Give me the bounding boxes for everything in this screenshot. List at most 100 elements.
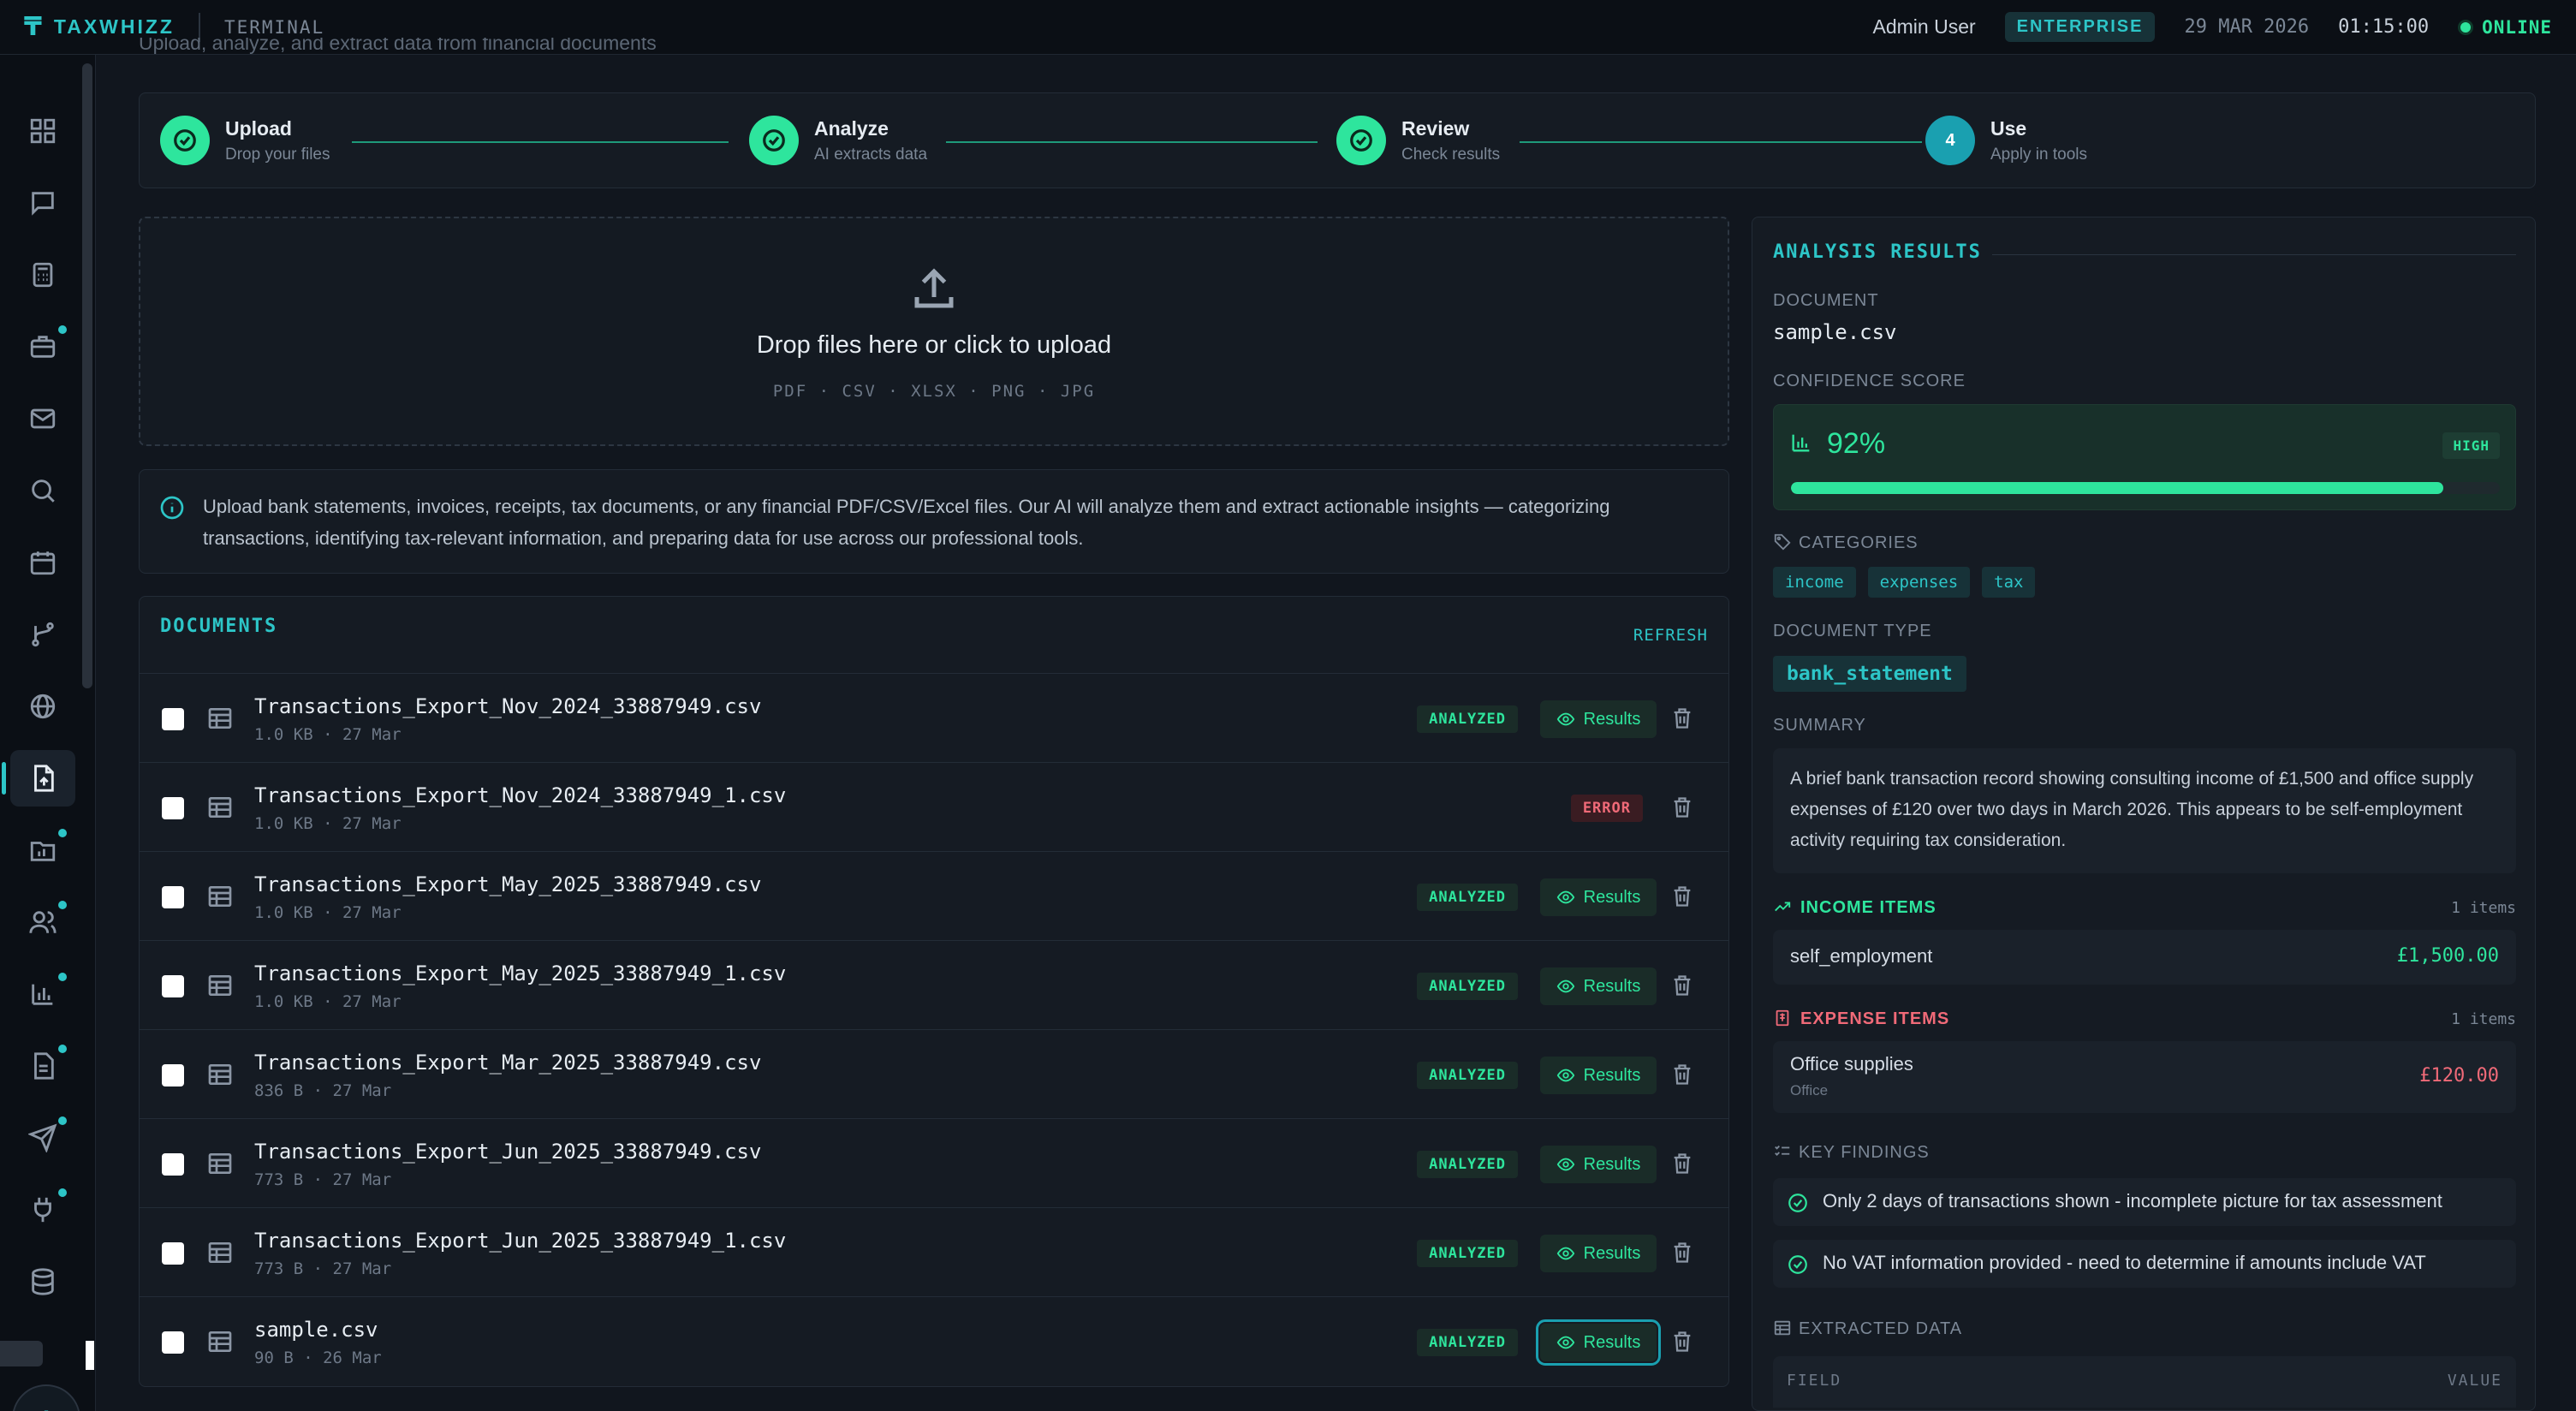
table-file-icon (206, 972, 234, 1003)
sidebar-scrollbar[interactable] (82, 63, 92, 688)
confidence-level-badge: HIGH (2442, 432, 2500, 459)
sidebar-item-search[interactable] (10, 462, 75, 519)
step-subtitle: AI extracts data (814, 145, 928, 164)
delete-button[interactable] (1670, 706, 1694, 735)
eye-icon (1556, 1247, 1574, 1260)
divider (1992, 254, 2516, 255)
sidebar-item-send[interactable] (10, 1110, 75, 1166)
file-meta: 90 B · 26 Mar (254, 1348, 382, 1367)
file-meta: 836 B · 27 Mar (254, 1081, 392, 1100)
results-button[interactable]: Results (1540, 700, 1657, 738)
plan-badge: ENTERPRISE (2004, 12, 2156, 42)
document-label: DOCUMENT (1773, 291, 1879, 310)
income-items-count: 1 items (2451, 899, 2516, 917)
table-row[interactable]: Transactions_Export_Mar_2025_33887949.cs… (140, 1030, 1728, 1119)
confidence-value: 92% (1827, 427, 1886, 460)
delete-button[interactable] (1670, 973, 1694, 1002)
file-name: Transactions_Export_Jun_2025_33887949.cs… (254, 1140, 762, 1164)
table-row[interactable]: Transactions_Export_Jun_2025_33887949.cs… (140, 1119, 1728, 1208)
database-icon (32, 1268, 54, 1295)
plug-icon (34, 1197, 51, 1223)
list-item: No VAT information provided - need to de… (1773, 1240, 2516, 1288)
finding-text: Only 2 days of transactions shown - inco… (1823, 1190, 2442, 1212)
upload-dropzone[interactable]: Drop files here or click to upload PDF ·… (139, 217, 1729, 446)
table-row[interactable]: Transactions_Export_Nov_2024_33887949.cs… (140, 674, 1728, 763)
row-checkbox[interactable] (162, 1064, 184, 1087)
results-button[interactable]: Results (1540, 1235, 1657, 1272)
sidebar-item-integrations[interactable] (10, 1182, 75, 1238)
sidebar-item-files[interactable] (10, 1038, 75, 1094)
bar-chart-icon (1789, 431, 1813, 459)
sidebar-item-database[interactable] (10, 1253, 75, 1310)
file-meta: 1.0 KB · 27 Mar (254, 903, 402, 922)
file-meta: 773 B · 27 Mar (254, 1170, 392, 1189)
table-row[interactable]: Transactions_Export_Nov_2024_33887949_1.… (140, 763, 1728, 852)
expense-items-title: EXPENSE ITEMS (1800, 1009, 1950, 1028)
step-number: 4 (1925, 116, 1975, 165)
sidebar-item-documents[interactable] (2, 750, 75, 807)
delete-button[interactable] (1670, 795, 1694, 824)
key-findings-label: KEY FINDINGS (1773, 1142, 1930, 1163)
finding-text: No VAT information provided - need to de… (1823, 1252, 2426, 1273)
table-row[interactable]: Transactions_Export_Jun_2025_33887949_1.… (140, 1208, 1728, 1297)
results-button[interactable]: Results (1540, 967, 1657, 1005)
category-tags: income expenses tax (1773, 567, 2036, 598)
sidebar-item-chat[interactable] (10, 175, 75, 231)
status-badge: ANALYZED (1417, 706, 1518, 733)
delete-button[interactable] (1670, 1152, 1694, 1180)
sidebar-item-calculator[interactable] (10, 247, 75, 303)
results-button[interactable]: Results (1540, 1057, 1657, 1094)
step-use[interactable]: 4 Use Apply in tools (1925, 116, 2087, 165)
extracted-data-label: EXTRACTED DATA (1773, 1319, 1962, 1339)
upload-icon (914, 267, 954, 307)
bar-chart-icon (32, 984, 53, 1005)
row-checkbox[interactable] (162, 1331, 184, 1354)
confidence-bar-fill (1791, 482, 2443, 494)
sidebar-item-global[interactable] (10, 678, 75, 735)
file-text-icon (34, 1052, 54, 1080)
row-checkbox[interactable] (162, 1242, 184, 1265)
refresh-button[interactable]: REFRESH (1633, 626, 1708, 645)
avatar[interactable]: A (12, 1384, 80, 1411)
results-button[interactable]: Results (1540, 878, 1657, 916)
analysis-panel: ANALYSIS RESULTS DOCUMENT sample.csv CON… (1752, 217, 2536, 1411)
row-checkbox[interactable] (162, 708, 184, 730)
delete-button[interactable] (1670, 884, 1694, 913)
sidebar-item-business[interactable] (10, 319, 75, 375)
table-file-icon (206, 1328, 234, 1360)
row-checkbox[interactable] (162, 797, 184, 819)
sidebar-tooltip-stub (0, 1341, 43, 1366)
delete-button[interactable] (1670, 1241, 1694, 1269)
user-name[interactable]: Admin User (1873, 15, 1976, 39)
check-circle-icon (1336, 116, 1386, 165)
sidebar-item-dashboard[interactable] (10, 103, 75, 159)
brand-logo-icon: ₸ (24, 13, 42, 41)
file-name: Transactions_Export_Nov_2024_33887949_1.… (254, 783, 787, 807)
sidebar-item-reports[interactable] (10, 966, 75, 1022)
sidebar-item-mail[interactable] (10, 390, 75, 447)
table-row[interactable]: Transactions_Export_May_2025_33887949.cs… (140, 852, 1728, 941)
document-type-label: DOCUMENT TYPE (1773, 622, 1932, 640)
receipt-icon (1776, 1009, 1789, 1027)
row-checkbox[interactable] (162, 886, 184, 908)
results-button[interactable]: Results (1540, 1146, 1657, 1183)
delete-button[interactable] (1670, 1063, 1694, 1091)
step-review[interactable]: Review Check results (1336, 116, 1500, 165)
status-badge: ANALYZED (1417, 884, 1518, 911)
file-upload-icon (34, 765, 54, 792)
sidebar-item-workflow[interactable] (10, 606, 75, 663)
sidebar-item-folders[interactable] (10, 822, 75, 878)
table-row[interactable]: Transactions_Export_May_2025_33887949_1.… (140, 941, 1728, 1030)
extracted-data-header: FIELD VALUE (1773, 1356, 2516, 1408)
delete-button[interactable] (1670, 1330, 1694, 1358)
step-connector (1520, 141, 1922, 143)
row-checkbox[interactable] (162, 975, 184, 997)
sidebar-item-clients[interactable] (10, 894, 75, 950)
row-checkbox[interactable] (162, 1153, 184, 1176)
step-analyze[interactable]: Analyze AI extracts data (749, 116, 927, 165)
sidebar-item-calendar[interactable] (10, 534, 75, 591)
results-button[interactable]: Results (1536, 1319, 1661, 1366)
notification-dot-icon (58, 325, 67, 334)
table-row[interactable]: sample.csv 90 B · 26 Mar ANALYZED Result… (140, 1297, 1728, 1386)
step-upload[interactable]: Upload Drop your files (160, 116, 330, 165)
